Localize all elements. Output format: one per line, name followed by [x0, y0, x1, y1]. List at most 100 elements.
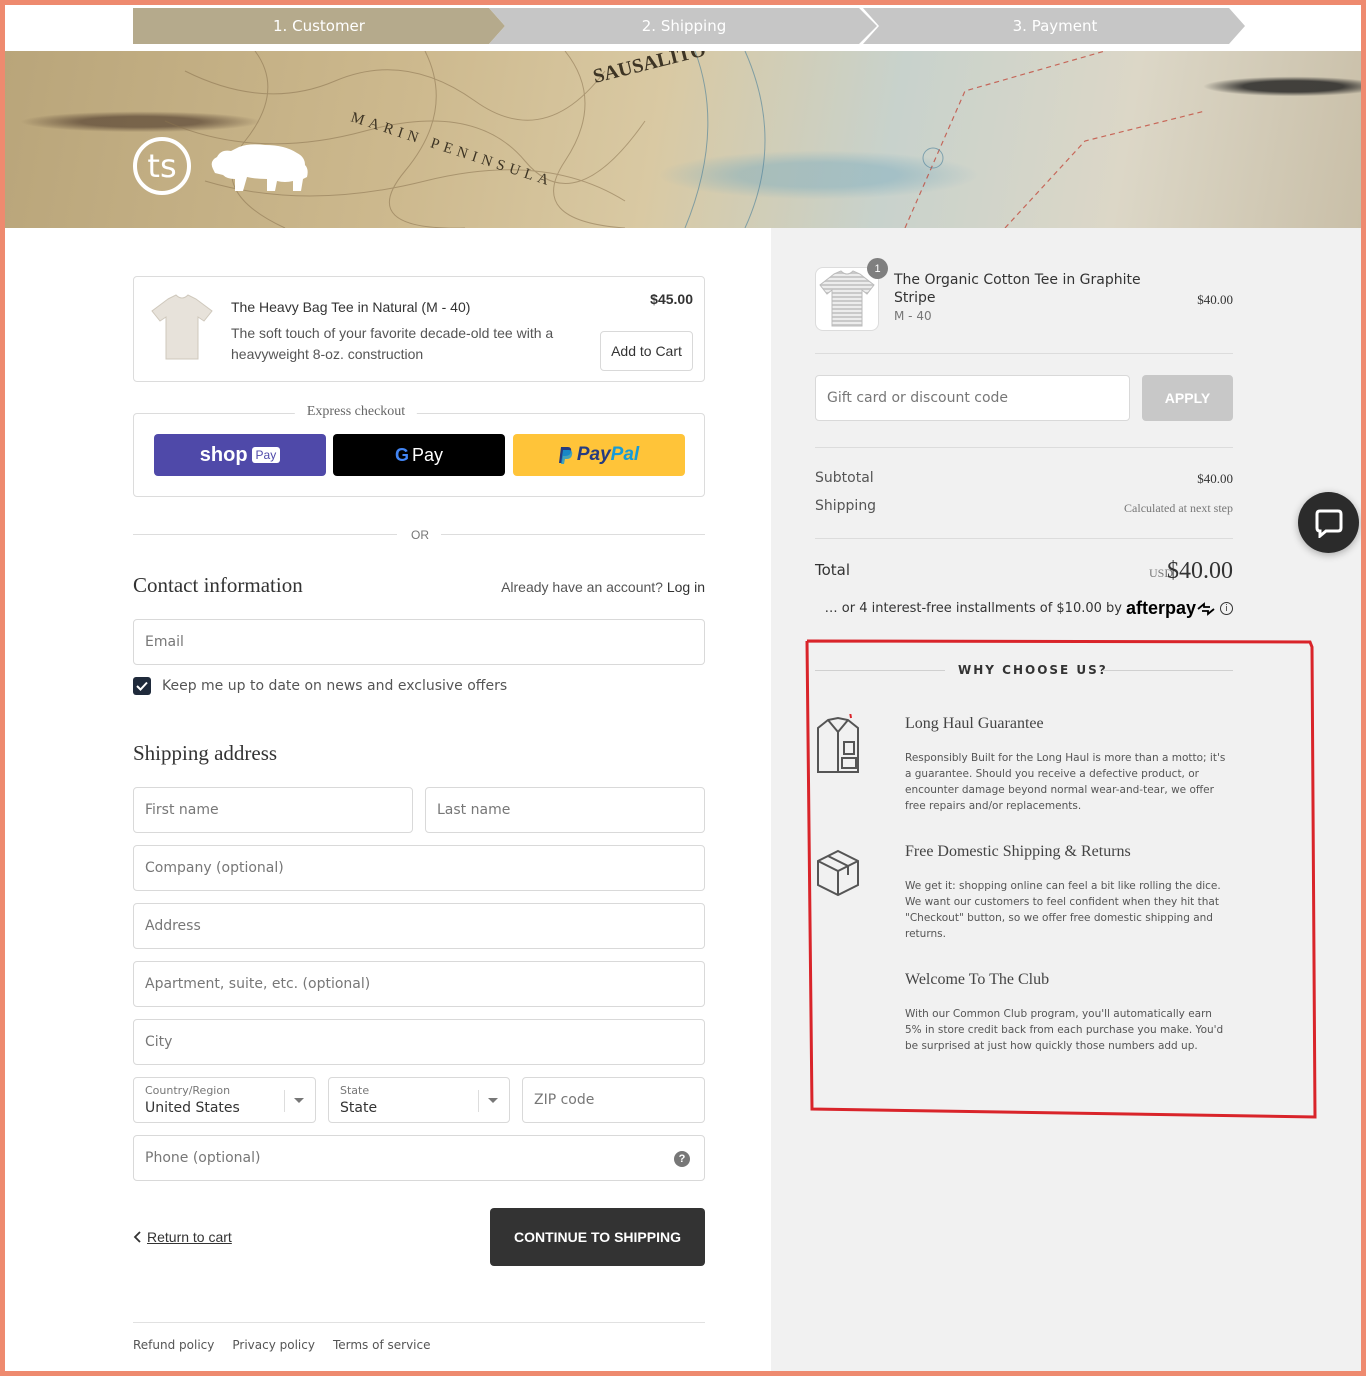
check-icon [136, 681, 148, 691]
cart-item-price: $40.00 [1197, 292, 1233, 307]
first-name-input[interactable] [134, 788, 412, 832]
state-select-separator [478, 1090, 479, 1112]
afterpay-message: … or 4 interest-free installments of $10… [825, 598, 1233, 619]
total-label: Total [815, 561, 851, 579]
google-pay-button[interactable]: G Pay [333, 434, 505, 476]
shirt-icon [817, 714, 859, 773]
chevron-down-icon [294, 1098, 304, 1103]
address-input[interactable] [134, 904, 704, 948]
brand-logo-ts[interactable]: ts [133, 137, 191, 195]
state-select[interactable]: State State [328, 1077, 510, 1123]
logo-ts-text: ts [147, 147, 177, 185]
checkout-steps: 1. Customer 2. Shipping 3. Payment [5, 5, 1361, 51]
discount-field[interactable] [815, 375, 1130, 421]
login-link[interactable]: Log in [667, 579, 705, 595]
afterpay-logo: afterpay [1125, 598, 1196, 618]
city-field[interactable] [133, 1019, 705, 1065]
summary-divider [815, 447, 1233, 448]
chat-button[interactable] [1298, 492, 1359, 553]
question-icon[interactable]: ? [674, 1151, 690, 1167]
chevron-left-icon [133, 1231, 141, 1243]
why-divider-left [815, 670, 945, 671]
return-to-cart-link[interactable]: Return to cart [133, 1229, 232, 1245]
or-divider-left [133, 534, 397, 535]
google-g-icon: G [394, 444, 409, 465]
why-choose-us-title: WHY CHOOSE US? [958, 663, 1108, 677]
cart-item-variant: M - 40 [894, 309, 932, 323]
shop-pay-button[interactable]: shop Pay [154, 434, 326, 476]
chat-bubble-icon [1315, 509, 1342, 538]
feature-title-club: Welcome To The Club [905, 971, 1050, 988]
shipping-label: Shipping [815, 498, 877, 514]
country-select-separator [284, 1090, 285, 1112]
company-input[interactable] [134, 846, 704, 890]
city-input[interactable] [134, 1020, 704, 1064]
upsell-product-card: The Heavy Bag Tee in Natural (M - 40) Th… [133, 276, 705, 382]
state-select-value: State [340, 1100, 378, 1116]
afterpay-arrows-icon [1197, 601, 1215, 616]
header-banner: SAUSALITO MARIN PENINSULA ts [5, 51, 1361, 228]
product-tee-striped-image [819, 270, 875, 327]
discount-input[interactable] [816, 376, 1129, 420]
cart-item-thumbnail [815, 267, 879, 331]
paypal-label-pay: Pay [576, 444, 611, 465]
cart-item-name: The Organic Cotton Tee in Graphite Strip… [894, 272, 1141, 306]
shop-pay-tag: Pay [251, 447, 281, 463]
first-name-field[interactable] [133, 787, 413, 833]
feature-title-shipping: Free Domestic Shipping & Returns [905, 843, 1131, 860]
phone-field[interactable]: ? [133, 1135, 705, 1181]
apply-discount-button[interactable]: APPLY [1142, 375, 1233, 421]
newsletter-row[interactable]: Keep me up to date on news and exclusive… [133, 677, 507, 695]
privacy-policy-link[interactable]: Privacy policy [232, 1338, 315, 1352]
upsell-product-description: The soft touch of your favorite decade-o… [231, 325, 554, 362]
shipping-address-title: Shipping address [133, 741, 278, 765]
zip-input[interactable] [523, 1078, 704, 1122]
company-field[interactable] [133, 845, 705, 891]
google-pay-label: Pay [411, 444, 444, 465]
subtotal-label: Subtotal [815, 470, 874, 486]
why-divider-right [1102, 670, 1233, 671]
email-field[interactable] [133, 619, 705, 665]
newsletter-label: Keep me up to date on news and exclusive… [162, 678, 508, 694]
summary-divider [815, 353, 1233, 354]
feature-desc-guarantee: Responsibly Built for the Long Haul is m… [905, 752, 1226, 812]
refund-policy-link[interactable]: Refund policy [133, 1338, 214, 1352]
box-icon [817, 849, 859, 897]
feature-desc-club: With our Common Club program, you'll aut… [905, 1008, 1224, 1052]
last-name-input[interactable] [426, 788, 704, 832]
email-input[interactable] [134, 620, 704, 664]
map-label-sausalito: SAUSALITO [591, 51, 708, 88]
state-select-label: State [340, 1084, 370, 1097]
footer-divider [133, 1322, 705, 1323]
express-checkout-title: Express checkout [294, 404, 418, 420]
continue-to-shipping-button[interactable]: CONTINUE TO SHIPPING [490, 1208, 705, 1266]
quantity-badge: 1 [867, 258, 888, 279]
footer-links: Refund policy Privacy policy Terms of se… [133, 1338, 431, 1352]
paypal-icon [558, 447, 573, 464]
zip-field[interactable] [522, 1077, 705, 1123]
address-field[interactable] [133, 903, 705, 949]
upsell-product-name: The Heavy Bag Tee in Natural (M - 40) [231, 299, 471, 315]
login-prompt-text: Already have an account? [501, 579, 663, 595]
paypal-button[interactable]: Pay Pal [513, 434, 685, 476]
apartment-field[interactable] [133, 961, 705, 1007]
shipping-value: Calculated at next step [1124, 501, 1233, 515]
last-name-field[interactable] [425, 787, 705, 833]
country-select-value: United States [145, 1100, 240, 1116]
info-icon[interactable]: i [1220, 602, 1233, 615]
bear-logo-icon [211, 144, 308, 191]
step-shipping[interactable]: 2. Shipping [489, 8, 879, 44]
feature-title-guarantee: Long Haul Guarantee [905, 715, 1044, 732]
phone-input[interactable] [134, 1136, 704, 1180]
newsletter-checkbox[interactable] [133, 677, 151, 695]
country-select-label: Country/Region [145, 1084, 231, 1097]
add-to-cart-button[interactable]: Add to Cart [600, 331, 693, 371]
step-payment[interactable]: 3. Payment [863, 8, 1247, 44]
step-customer[interactable]: 1. Customer [133, 8, 505, 44]
or-text: OR [411, 528, 429, 542]
login-prompt: Already have an account? Log in [501, 579, 705, 595]
afterpay-text: … or 4 interest-free installments of $10… [824, 601, 1122, 616]
terms-of-service-link[interactable]: Terms of service [333, 1338, 431, 1352]
apartment-input[interactable] [134, 962, 704, 1006]
country-select[interactable]: Country/Region United States [133, 1077, 316, 1123]
